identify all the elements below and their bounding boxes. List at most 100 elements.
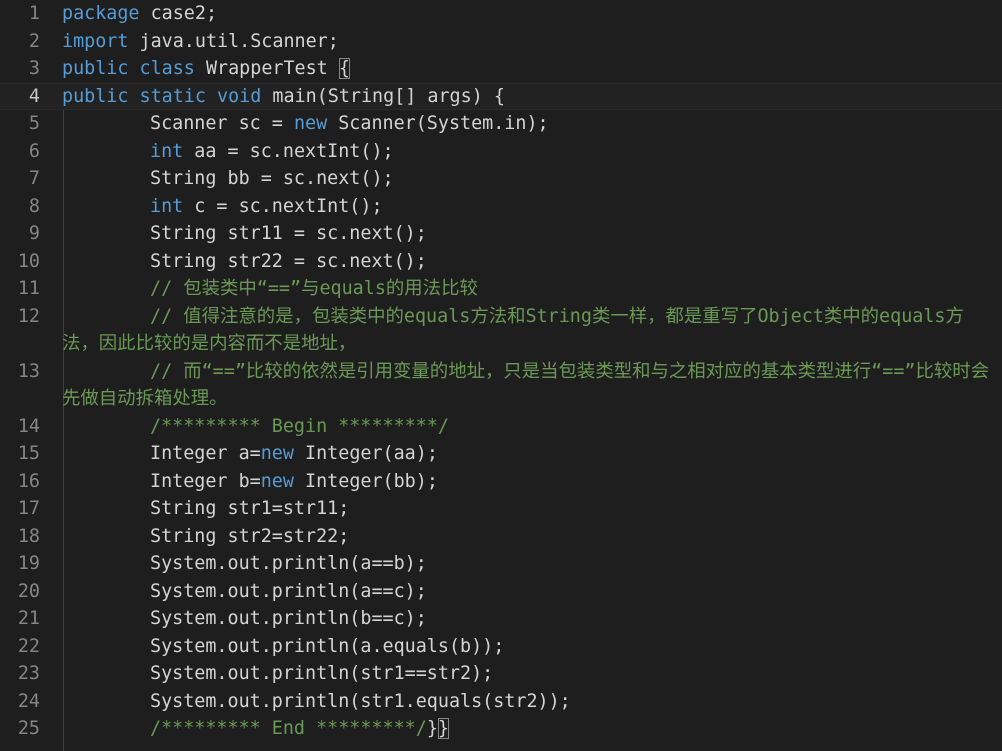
code-token: Integer(bb); xyxy=(293,470,438,492)
code-token: String str11 = sc.next(); xyxy=(150,223,427,244)
code-text[interactable]: String str1=str11; xyxy=(62,495,1002,523)
code-text[interactable]: int c = sc.nextInt(); xyxy=(62,193,1002,221)
code-text[interactable]: String str11 = sc.next(); xyxy=(62,220,1002,248)
code-text[interactable]: String str2=str22; xyxy=(62,523,1002,551)
code-line[interactable]: 17 String str1=str11; xyxy=(0,495,1002,523)
code-token: aa = sc.nextInt(); xyxy=(183,140,394,162)
code-line[interactable]: 4 public static void main(String[] args) … xyxy=(0,82,1002,111)
code-token: WrapperTest xyxy=(194,58,339,79)
keyword-token: public xyxy=(62,58,129,79)
code-line[interactable]: 16 Integer b=new Integer(bb); xyxy=(0,468,1002,496)
code-text[interactable]: String bb = sc.next(); xyxy=(62,165,1002,193)
code-line[interactable]: 23 System.out.println(str1==str2); xyxy=(0,660,1002,688)
line-number: 24 xyxy=(17,690,40,712)
code-line[interactable]: 25 /********* End *********/}} xyxy=(0,715,1002,743)
code-line[interactable]: 8 int c = sc.nextInt(); xyxy=(0,193,1002,221)
code-editor[interactable]: 1 package case2; 2 import java.util.Scanner… xyxy=(0,0,1002,751)
comment-token: // 值得注意的是，包装类中的equals方法和String类一样，都是重写了O… xyxy=(62,305,964,355)
code-text[interactable]: Integer b=new Integer(bb); xyxy=(62,468,1002,496)
keyword-token: class xyxy=(139,58,195,79)
code-line[interactable]: 13 // 而“==”比较的依然是引用变量的地址，只是当包装类型和与之相对应的基本… xyxy=(0,358,1002,413)
code-token: case2; xyxy=(139,3,218,24)
code-line[interactable]: 5 Scanner sc = new Scanner(System.in); xyxy=(0,110,1002,138)
keyword-token: public xyxy=(62,85,129,107)
code-token: System.out.println(a.equals(b)); xyxy=(150,635,505,657)
code-line[interactable]: 10 String str22 = sc.next(); xyxy=(0,248,1002,276)
line-number: 1 xyxy=(28,3,40,24)
code-text[interactable]: Scanner sc = new Scanner(System.in); xyxy=(62,110,1002,138)
line-number: 7 xyxy=(28,168,40,189)
matched-bracket: { xyxy=(338,58,350,79)
code-line[interactable]: 24 System.out.println(str1.equals(str2)); xyxy=(0,688,1002,716)
code-line[interactable]: 2 import java.util.Scanner; xyxy=(0,28,1002,56)
code-text[interactable]: package case2; xyxy=(62,0,1002,28)
code-line[interactable]: 1 package case2; xyxy=(0,0,1002,28)
code-text[interactable]: System.out.println(b==c); xyxy=(62,605,1002,633)
line-number: 3 xyxy=(28,58,40,79)
keyword-token: static xyxy=(139,85,206,107)
code-text[interactable]: // 包装类中“==”与equals的用法比较 xyxy=(62,275,1002,303)
code-token: System.out.println(str1.equals(str2)); xyxy=(150,690,571,712)
code-token: Scanner sc = xyxy=(150,113,294,134)
code-line[interactable]: 3 public class WrapperTest { xyxy=(0,55,1002,83)
code-text[interactable]: public class WrapperTest { xyxy=(62,55,1002,83)
code-line[interactable]: 21 System.out.println(b==c); xyxy=(0,605,1002,633)
keyword-token: package xyxy=(62,3,140,24)
line-number: 2 xyxy=(28,30,40,52)
code-text[interactable]: System.out.println(str1.equals(str2)); xyxy=(62,688,1002,716)
code-text[interactable]: int aa = sc.nextInt(); xyxy=(62,138,1002,166)
line-number: 19 xyxy=(17,553,40,574)
code-text[interactable]: String str22 = sc.next(); xyxy=(62,248,1002,276)
code-line[interactable]: 11 // 包装类中“==”与equals的用法比较 xyxy=(0,275,1002,303)
code-text[interactable]: System.out.println(a==c); xyxy=(62,578,1002,606)
code-line[interactable]: 12 // 值得注意的是，包装类中的equals方法和String类一样，都是重写… xyxy=(0,303,1002,358)
comment-token: /********* Begin *********/ xyxy=(150,415,449,437)
code-line[interactable]: 14 /********* Begin *********/ xyxy=(0,413,1002,441)
code-text[interactable]: /********* End *********/}} xyxy=(62,715,1002,743)
comment-token: // 包装类中“==”与equals的用法比较 xyxy=(150,278,478,299)
code-text[interactable]: System.out.println(a==b); xyxy=(62,550,1002,578)
code-line[interactable]: 6 int aa = sc.nextInt(); xyxy=(0,138,1002,166)
code-text[interactable]: import java.util.Scanner; xyxy=(62,28,1002,56)
code-line[interactable]: 7 String bb = sc.next(); xyxy=(0,165,1002,193)
line-number: 20 xyxy=(17,580,40,602)
line-number: 16 xyxy=(17,470,40,492)
code-token: System.out.println(a==c); xyxy=(150,580,427,602)
line-number: 17 xyxy=(17,498,40,519)
keyword-token: new xyxy=(260,470,294,492)
code-text[interactable]: /********* Begin *********/ xyxy=(62,413,1002,441)
line-number: 14 xyxy=(17,415,40,437)
code-line[interactable]: 15 Integer a=new Integer(aa); xyxy=(0,440,1002,468)
comment-token: // 而“==”比较的依然是引用变量的地址，只是当包装类型和与之相对应的基本类型… xyxy=(62,360,990,410)
keyword-token: import xyxy=(62,30,129,52)
code-lines[interactable]: 1 package case2; 2 import java.util.Scanner… xyxy=(0,0,1002,743)
code-line[interactable]: 19 System.out.println(a==b); xyxy=(0,550,1002,578)
keyword-token: new xyxy=(260,443,294,464)
keyword-token: new xyxy=(293,113,328,134)
line-number: 5 xyxy=(28,113,40,134)
line-number: 11 xyxy=(17,278,40,299)
code-text[interactable]: System.out.println(str1==str2); xyxy=(62,660,1002,688)
code-line[interactable]: 20 System.out.println(a==c); xyxy=(0,578,1002,606)
code-line[interactable]: 18 String str2=str22; xyxy=(0,523,1002,551)
line-number: 8 xyxy=(28,195,40,217)
keyword-token: int xyxy=(150,195,184,217)
line-number: 9 xyxy=(28,223,40,244)
code-line[interactable]: 22 System.out.println(a.equals(b)); xyxy=(0,633,1002,661)
comment-token: /********* End *********/ xyxy=(150,718,427,739)
code-text[interactable]: Integer a=new Integer(aa); xyxy=(62,440,1002,468)
code-line[interactable]: 9 String str11 = sc.next(); xyxy=(0,220,1002,248)
code-token: Scanner(System.in); xyxy=(327,113,549,134)
code-token: main(String[] args) { xyxy=(261,85,505,107)
code-text[interactable]: System.out.println(a.equals(b)); xyxy=(62,633,1002,661)
line-number: 10 xyxy=(17,250,40,272)
line-number: 25 xyxy=(17,718,40,739)
code-text[interactable]: public static void main(String[] args) { xyxy=(62,83,1002,111)
code-text[interactable]: // 值得注意的是，包装类中的equals方法和String类一样，都是重写了O… xyxy=(62,303,1002,358)
line-number: 6 xyxy=(28,140,40,162)
code-text[interactable]: // 而“==”比较的依然是引用变量的地址，只是当包装类型和与之相对应的基本类型… xyxy=(62,358,1002,413)
code-token: Integer(aa); xyxy=(293,443,438,464)
line-number: 23 xyxy=(17,663,40,684)
code-token: } xyxy=(426,718,438,739)
